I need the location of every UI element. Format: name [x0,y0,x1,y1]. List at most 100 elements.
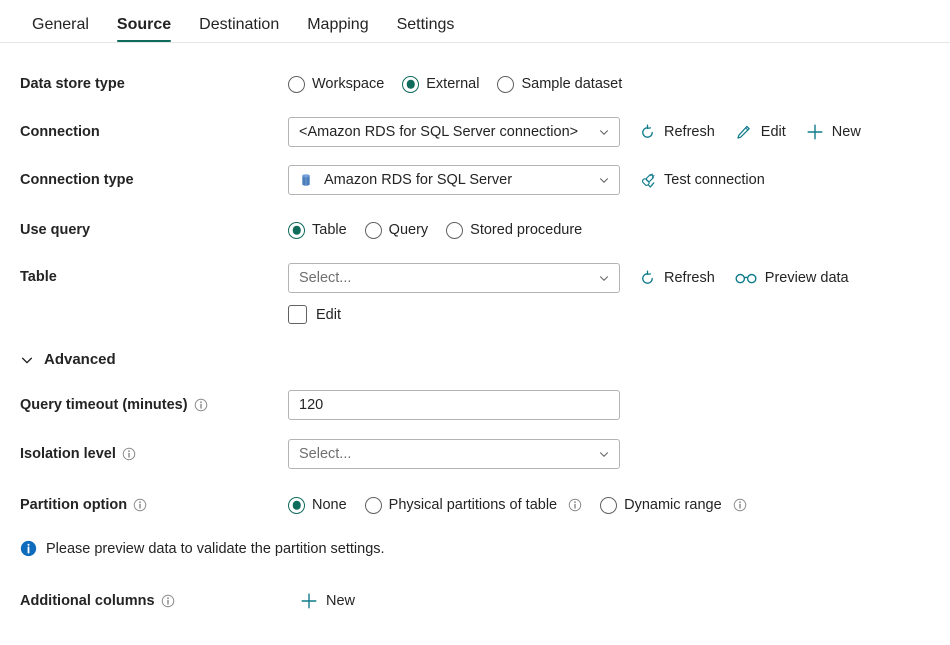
label-data-store-type: Data store type [20,76,288,92]
radio-label: Sample dataset [521,76,623,92]
radio-label: None [312,497,347,513]
refresh-icon [638,269,656,287]
action-label: New [326,593,356,609]
radio-label: Physical partitions of table [388,497,558,513]
checkbox-box [288,305,307,324]
table-select-line: Select... Refresh Preview data [288,263,849,293]
connection-value: <Amazon RDS for SQL Server connection> [299,124,579,140]
radio-partition-physical[interactable]: Physical partitions of table [364,496,582,514]
advanced-label: Advanced [44,351,116,368]
control-isolation-level: Select... [288,439,620,469]
radio-partition-dynamic-range[interactable]: Dynamic range [600,496,747,514]
tab-destination[interactable]: Destination [185,17,293,42]
tab-settings[interactable]: Settings [383,17,469,42]
query-timeout-value: 120 [299,397,324,413]
pencil-icon [735,123,753,141]
radio-dot [402,75,420,93]
label-text: Partition option [20,497,128,513]
row-table: Table Select... Refresh Preview data Edi… [0,263,950,324]
row-use-query: Use query Table Query Stored procedure [0,215,950,245]
connection-type-dropdown[interactable]: Amazon RDS for SQL Server [288,165,620,195]
connection-dropdown[interactable]: <Amazon RDS for SQL Server connection> [288,117,620,147]
connection-type-value: Amazon RDS for SQL Server [324,172,513,188]
label-additional-columns: Additional columns [20,593,288,609]
isolation-level-placeholder: Select... [299,446,352,462]
label-text: Query timeout (minutes) [20,397,188,413]
info-icon[interactable] [133,498,147,512]
label-text: Isolation level [20,446,116,462]
action-label: Edit [760,124,786,140]
radio-table[interactable]: Table [288,221,347,239]
control-additional-columns: New [288,592,355,610]
test-connection-button[interactable]: Test connection [638,171,765,189]
plus-icon [300,592,318,610]
source-form: Data store type Workspace External Sampl… [0,69,950,616]
radio-dot [288,496,305,514]
tab-general[interactable]: General [18,17,103,42]
connection-type-actions: Test connection [638,171,765,189]
radio-label: Stored procedure [470,222,583,238]
label-table: Table [20,263,288,285]
control-query-timeout: 120 [288,390,620,420]
new-additional-column-button[interactable]: New [300,592,355,610]
glasses-icon [735,269,757,287]
action-label: Preview data [764,270,849,286]
row-query-timeout: Query timeout (minutes) 120 [0,390,950,420]
action-label: Refresh [664,270,715,286]
label-text: Connection type [20,172,134,188]
radio-group-data-store-type: Workspace External Sample dataset [288,75,623,93]
control-connection: <Amazon RDS for SQL Server connection> R… [288,117,861,147]
row-partition-option: Partition option None Physical partition… [0,490,950,520]
radio-stored-procedure[interactable]: Stored procedure [446,221,583,239]
radio-dot [446,221,464,239]
action-label: Refresh [664,124,715,140]
radio-group-partition-option: None Physical partitions of table Dynami… [288,496,747,514]
radio-partition-none[interactable]: None [288,496,347,514]
chevron-down-icon [21,357,33,363]
radio-dot [288,221,305,239]
label-connection: Connection [20,124,288,140]
label-query-timeout: Query timeout (minutes) [20,397,288,413]
info-icon[interactable] [733,498,747,512]
label-text: Connection [20,124,100,140]
label-text: Table [20,269,57,285]
control-use-query: Table Query Stored procedure [288,221,583,239]
plus-icon [806,123,824,141]
new-connection-button[interactable]: New [806,123,861,141]
control-connection-type: Amazon RDS for SQL Server Test connectio… [288,165,765,195]
radio-label: Dynamic range [624,497,722,513]
advanced-section-toggle[interactable]: Advanced [0,351,950,368]
tab-mapping[interactable]: Mapping [293,17,382,42]
query-timeout-input[interactable]: 120 [288,390,620,420]
preview-data-button[interactable]: Preview data [735,269,849,287]
radio-dot [364,496,382,514]
radio-workspace[interactable]: Workspace [288,75,384,93]
tab-source[interactable]: Source [103,17,185,42]
table-edit-checkbox[interactable]: Edit [288,305,849,324]
label-use-query: Use query [20,222,288,238]
label-text: Data store type [20,76,125,92]
partition-info-message: Please preview data to validate the part… [0,540,950,557]
radio-sample-dataset[interactable]: Sample dataset [497,75,623,93]
refresh-table-button[interactable]: Refresh [638,269,715,287]
isolation-level-dropdown[interactable]: Select... [288,439,620,469]
label-partition-option: Partition option [20,497,288,513]
action-label: New [831,124,861,140]
info-icon[interactable] [194,398,208,412]
info-icon[interactable] [122,447,136,461]
table-dropdown[interactable]: Select... [288,263,620,293]
chevron-down-icon [599,130,609,135]
table-actions: Refresh Preview data [638,269,849,287]
refresh-connection-button[interactable]: Refresh [638,123,715,141]
partition-message-text: Please preview data to validate the part… [46,540,385,557]
info-icon[interactable] [161,594,175,608]
info-icon[interactable] [568,498,582,512]
label-connection-type: Connection type [20,172,288,188]
table-placeholder: Select... [299,270,352,286]
chevron-down-icon [599,276,609,281]
radio-dot [600,496,618,514]
radio-label: Table [312,222,347,238]
radio-external[interactable]: External [402,75,479,93]
edit-connection-button[interactable]: Edit [735,123,786,141]
radio-query[interactable]: Query [364,221,428,239]
